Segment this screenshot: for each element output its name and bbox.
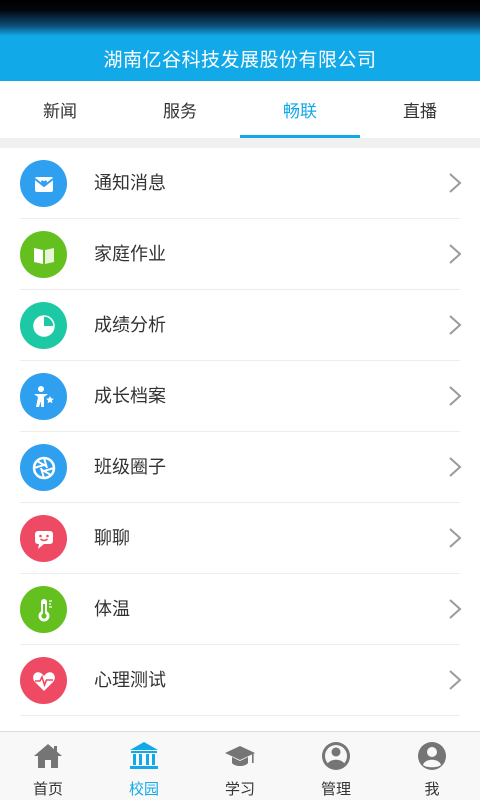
tab-connect[interactable]: 畅联 — [240, 81, 360, 138]
menu-item-label: 聊聊 — [94, 528, 130, 549]
divider — [20, 715, 460, 716]
tab-bar: 新闻 服务 畅联 直播 — [0, 81, 480, 138]
home-icon — [34, 744, 62, 768]
chevron-right-icon — [449, 457, 462, 477]
bottom-navigation: 首页 校园 学习 管理 我 — [0, 731, 480, 800]
nav-study[interactable]: 学习 — [192, 732, 288, 800]
tab-news[interactable]: 新闻 — [0, 81, 120, 138]
menu-item-label: 体温 — [94, 599, 130, 620]
nav-management[interactable]: 管理 — [288, 732, 384, 800]
nav-home[interactable]: 首页 — [0, 732, 96, 800]
user-icon — [418, 742, 446, 770]
nav-me[interactable]: 我 — [384, 732, 480, 800]
homework-book-icon — [20, 231, 67, 278]
tab-services[interactable]: 服务 — [120, 81, 240, 138]
nav-label: 校园 — [128, 780, 159, 798]
feature-list: 通知消息 家庭作业 成绩分析 成长档案 班级圈子 聊聊 体温 心理测试 — [0, 148, 480, 731]
management-icon — [322, 742, 350, 770]
graduation-cap-icon — [225, 746, 255, 766]
class-circle-icon — [20, 444, 67, 491]
thermometer-icon — [20, 586, 67, 633]
menu-item-label: 家庭作业 — [94, 244, 166, 265]
chevron-right-icon — [449, 670, 462, 690]
page-title: 湖南亿谷科技发展股份有限公司 — [103, 49, 377, 71]
app-header: 湖南亿谷科技发展股份有限公司 — [0, 36, 480, 81]
nav-label: 我 — [424, 780, 440, 798]
menu-item-class-circle[interactable]: 班级圈子 — [0, 432, 480, 503]
nav-label: 管理 — [320, 780, 351, 798]
nav-label: 首页 — [32, 780, 63, 798]
menu-item-label: 成长档案 — [94, 386, 166, 407]
menu-item-label: 成绩分析 — [94, 315, 166, 336]
chevron-right-icon — [449, 599, 462, 619]
menu-item-label: 班级圈子 — [94, 457, 166, 478]
heart-pulse-icon — [20, 657, 67, 704]
grade-analysis-pie-icon — [20, 302, 67, 349]
menu-item-label: 心理测试 — [94, 670, 166, 691]
chevron-right-icon — [449, 244, 462, 264]
menu-item-growth-profile[interactable]: 成长档案 — [0, 361, 480, 432]
chevron-right-icon — [449, 528, 462, 548]
chat-icon — [20, 515, 67, 562]
growth-profile-icon — [20, 373, 67, 420]
menu-item-chat[interactable]: 聊聊 — [0, 503, 480, 574]
menu-item-notifications[interactable]: 通知消息 — [0, 148, 480, 219]
tab-live[interactable]: 直播 — [360, 81, 480, 138]
nav-label: 学习 — [224, 780, 255, 798]
menu-item-temperature[interactable]: 体温 — [0, 574, 480, 645]
status-bar — [0, 0, 480, 36]
chevron-right-icon — [449, 173, 462, 193]
nav-campus[interactable]: 校园 — [96, 732, 192, 800]
chevron-right-icon — [449, 386, 462, 406]
menu-item-homework[interactable]: 家庭作业 — [0, 219, 480, 290]
menu-item-psych-test[interactable]: 心理测试 — [0, 645, 480, 716]
menu-item-grade-analysis[interactable]: 成绩分析 — [0, 290, 480, 361]
chevron-right-icon — [449, 315, 462, 335]
campus-icon — [130, 742, 158, 769]
section-gap — [0, 138, 480, 148]
menu-item-label: 通知消息 — [94, 173, 166, 194]
notification-icon — [20, 160, 67, 207]
